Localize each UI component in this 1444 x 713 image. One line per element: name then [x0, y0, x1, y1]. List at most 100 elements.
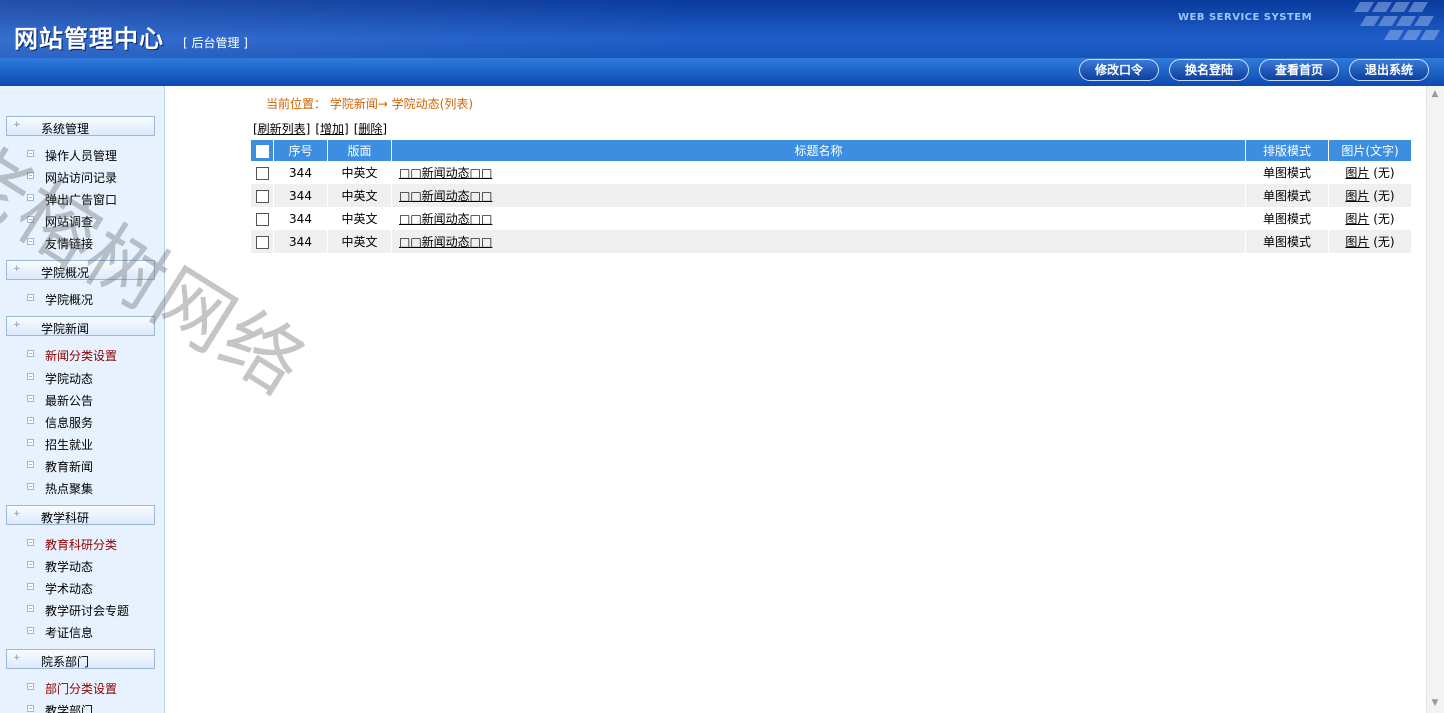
system-tagline: WEB SERVICE SYSTEM — [1178, 12, 1313, 23]
logout-button[interactable]: 退出系统 — [1349, 59, 1429, 81]
top-header: 网站管理中心 [ 后台管理 ] WEB SERVICE SYSTEM 修改口令 … — [0, 0, 1444, 86]
table-header-row: 序号 版面 标题名称 排版模式 图片(文字) — [251, 140, 1412, 161]
row-picture-note: (无) — [1373, 212, 1395, 226]
row-picture-link[interactable]: 图片 — [1345, 235, 1369, 249]
sidebar-item-operators[interactable]: 操作人员管理 — [0, 144, 164, 164]
sidebar-item-survey[interactable]: 网站调查 — [0, 210, 164, 230]
minus-box-icon — [27, 417, 34, 424]
minus-box-icon — [27, 605, 34, 612]
select-all-cell — [251, 140, 274, 161]
sidebar-item-label: 新闻分类设置 — [45, 349, 118, 363]
view-homepage-button[interactable]: 查看首页 — [1259, 59, 1339, 81]
minus-box-icon — [27, 238, 34, 245]
row-picture-note: (无) — [1373, 166, 1395, 180]
row-number: 344 — [274, 161, 328, 184]
row-version: 中英文 — [328, 161, 392, 184]
row-checkbox[interactable] — [255, 166, 269, 180]
sidebar-group-research[interactable]: + 教学科研 — [6, 505, 155, 525]
sidebar-item-seminar[interactable]: 教学研讨会专题 — [0, 599, 164, 619]
change-password-button[interactable]: 修改口令 — [1079, 59, 1159, 81]
row-number: 344 — [274, 207, 328, 230]
minus-box-icon — [27, 216, 34, 223]
sidebar-group-system[interactable]: + 系统管理 — [6, 116, 155, 136]
row-checkbox[interactable] — [255, 189, 269, 203]
sidebar-item-education-news[interactable]: 教育新闻 — [0, 455, 164, 475]
scroll-down-icon[interactable]: ▼ — [1429, 697, 1441, 709]
sidebar-item-announcements[interactable]: 最新公告 — [0, 389, 164, 409]
sidebar-group-label: 学院概况 — [41, 266, 90, 280]
row-version: 中英文 — [328, 207, 392, 230]
column-header: 图片(文字) — [1329, 140, 1412, 161]
sidebar-item-teaching-departments[interactable]: 教学部门 — [0, 699, 164, 713]
minus-box-icon — [27, 194, 34, 201]
delete-link[interactable]: [删除] — [354, 122, 387, 136]
row-checkbox[interactable] — [255, 235, 269, 249]
table-row: 344 中英文 □□新闻动态□□ 单图模式 图片 (无) — [251, 184, 1412, 207]
column-header: 排版模式 — [1246, 140, 1329, 161]
sidebar-item-department-categories[interactable]: 部门分类设置 — [0, 677, 164, 697]
news-table: 序号 版面 标题名称 排版模式 图片(文字) 344 中英文 □□新闻动态□□ … — [251, 140, 1412, 253]
add-link[interactable]: [增加] — [315, 122, 348, 136]
row-picture-link[interactable]: 图片 — [1345, 166, 1369, 180]
sidebar-item-academic-news[interactable]: 学术动态 — [0, 577, 164, 597]
sidebar-item-label: 考证信息 — [45, 626, 94, 640]
sidebar-item-teaching-news[interactable]: 教学动态 — [0, 555, 164, 575]
sidebar-item-info-service[interactable]: 信息服务 — [0, 411, 164, 431]
row-title-link[interactable]: □□新闻动态□□ — [399, 212, 492, 226]
app-subtitle: [ 后台管理 ] — [183, 36, 248, 50]
sidebar-item-label: 信息服务 — [45, 416, 94, 430]
sidebar-item-label: 友情链接 — [45, 237, 94, 251]
sidebar-item-label: 学术动态 — [45, 582, 94, 596]
sidebar-group-label: 学院新闻 — [41, 322, 90, 336]
breadcrumb: 当前位置： 学院新闻→ 学院动态(列表) — [266, 97, 474, 111]
sidebar-item-friend-links[interactable]: 友情链接 — [0, 232, 164, 252]
sidebar-item-label: 教学动态 — [45, 560, 94, 574]
sidebar-item-college-news[interactable]: 学院动态 — [0, 367, 164, 387]
expand-icon: + — [13, 653, 21, 663]
sidebar-item-overview[interactable]: 学院概况 — [0, 288, 164, 308]
sidebar-item-label: 学院动态 — [45, 372, 94, 386]
row-layout-mode: 单图模式 — [1246, 230, 1329, 253]
vertical-scrollbar[interactable]: ▲ ▼ — [1426, 86, 1444, 713]
minus-box-icon — [27, 461, 34, 468]
sidebar-item-label: 学院概况 — [45, 293, 94, 307]
row-title-link[interactable]: □□新闻动态□□ — [399, 166, 492, 180]
sidebar-group-label: 教学科研 — [41, 511, 90, 525]
sidebar-item-label: 教育科研分类 — [45, 538, 118, 552]
sidebar-group-label: 系统管理 — [41, 122, 90, 136]
column-header: 标题名称 — [392, 140, 1246, 161]
action-links: [刷新列表] [增加] [删除] — [253, 120, 392, 137]
expand-icon: + — [13, 264, 21, 274]
sidebar-group-departments[interactable]: + 院系部门 — [6, 649, 155, 669]
sidebar-item-label: 弹出广告窗口 — [45, 193, 118, 207]
sidebar-item-label: 教育新闻 — [45, 460, 94, 474]
sidebar-item-visit-log[interactable]: 网站访问记录 — [0, 166, 164, 186]
select-all-checkbox[interactable] — [255, 144, 269, 158]
switch-login-button[interactable]: 换名登陆 — [1169, 59, 1249, 81]
row-picture-link[interactable]: 图片 — [1345, 189, 1369, 203]
table-row: 344 中英文 □□新闻动态□□ 单图模式 图片 (无) — [251, 230, 1412, 253]
sidebar-item-admissions[interactable]: 招生就业 — [0, 433, 164, 453]
sidebar-item-certification[interactable]: 考证信息 — [0, 621, 164, 641]
sidebar-item-popup-ads[interactable]: 弹出广告窗口 — [0, 188, 164, 208]
minus-box-icon — [27, 439, 34, 446]
sidebar-item-label: 最新公告 — [45, 394, 94, 408]
sidebar-group-news[interactable]: + 学院新闻 — [6, 316, 155, 336]
row-title-link[interactable]: □□新闻动态□□ — [399, 235, 492, 249]
app-title: 网站管理中心 — [14, 25, 164, 53]
sidebar: + 系统管理 操作人员管理 网站访问记录 弹出广告窗口 网站调查 友情链接 + … — [0, 86, 165, 713]
sidebar-item-label: 热点聚集 — [45, 482, 94, 496]
row-number: 344 — [274, 230, 328, 253]
row-checkbox[interactable] — [255, 212, 269, 226]
refresh-list-link[interactable]: [刷新列表] — [253, 122, 310, 136]
sidebar-item-label: 操作人员管理 — [45, 149, 118, 163]
sidebar-group-overview[interactable]: + 学院概况 — [6, 260, 155, 280]
sidebar-item-hot-topics[interactable]: 热点聚集 — [0, 477, 164, 497]
row-title-link[interactable]: □□新闻动态□□ — [399, 189, 492, 203]
sidebar-item-news-categories[interactable]: 新闻分类设置 — [0, 344, 164, 364]
row-picture-link[interactable]: 图片 — [1345, 212, 1369, 226]
sidebar-item-research-categories[interactable]: 教育科研分类 — [0, 533, 164, 553]
scroll-up-icon[interactable]: ▲ — [1429, 88, 1441, 100]
minus-box-icon — [27, 705, 34, 712]
sidebar-item-label: 教学研讨会专题 — [45, 604, 130, 618]
